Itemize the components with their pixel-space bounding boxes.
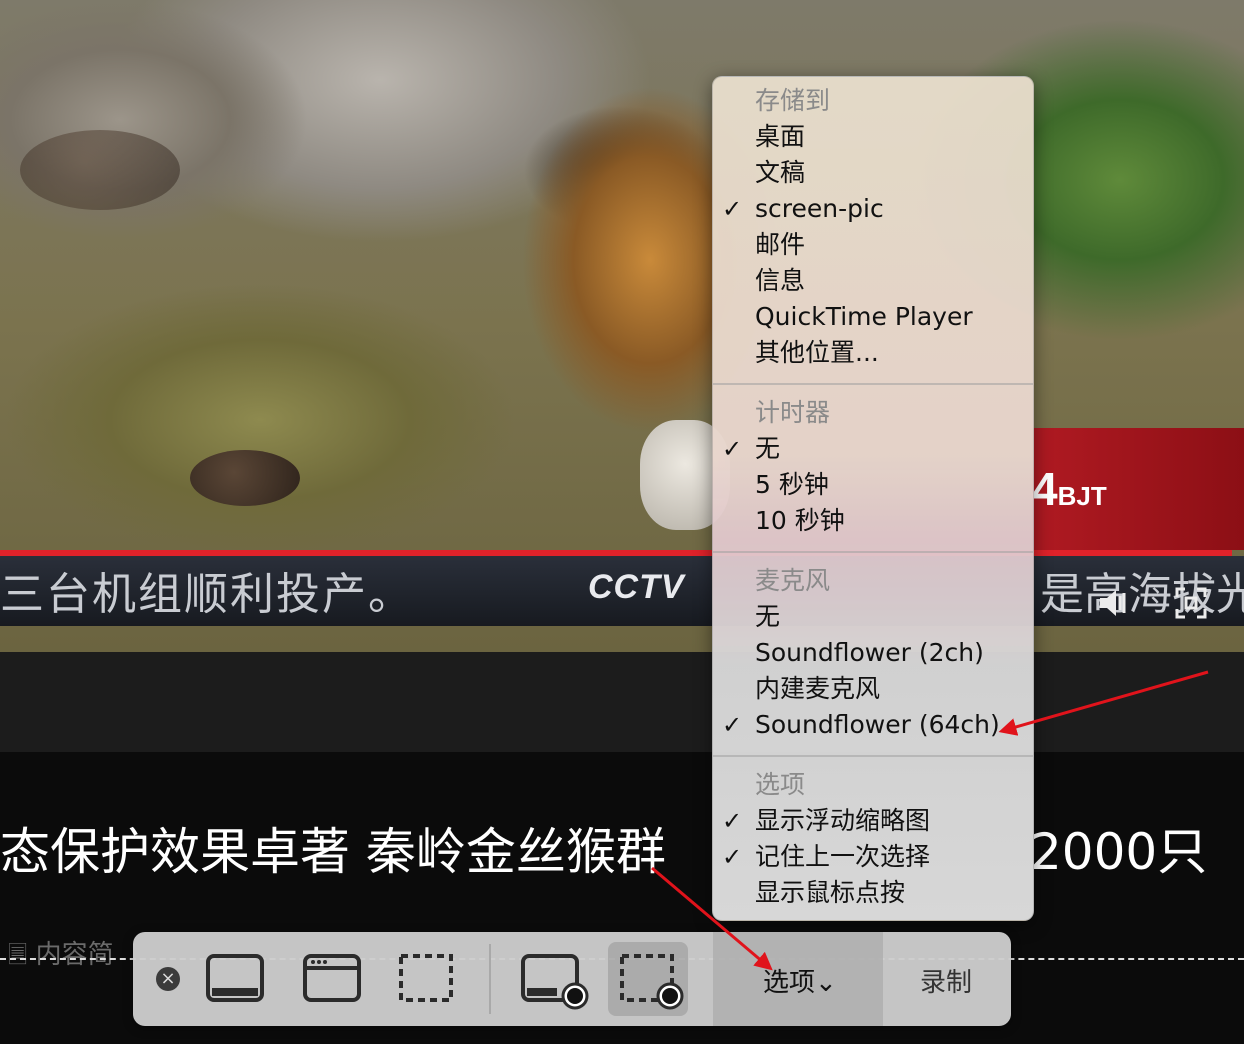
- arrow-to-soundflower: [998, 670, 1209, 736]
- arrow-to-options: [651, 866, 773, 971]
- annotation-arrows: [651, 670, 1209, 971]
